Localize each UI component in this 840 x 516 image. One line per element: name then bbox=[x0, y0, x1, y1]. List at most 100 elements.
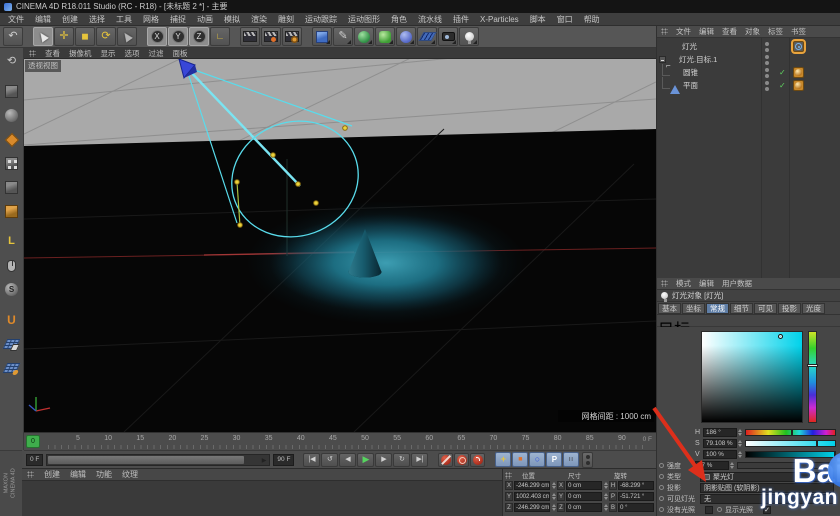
viewport-menu-options[interactable]: 选项 bbox=[125, 48, 140, 59]
spinner-icon[interactable] bbox=[603, 482, 608, 489]
slider-knob[interactable] bbox=[791, 429, 793, 436]
material-menu-edit[interactable]: 编辑 bbox=[70, 469, 86, 480]
texture-mode-button[interactable] bbox=[1, 104, 22, 127]
object-row-light[interactable]: 灯光 bbox=[657, 40, 840, 53]
goto-end-button[interactable]: ▶| bbox=[411, 453, 428, 467]
no-illumination-checkbox[interactable] bbox=[705, 506, 713, 514]
viewport-solo-button[interactable]: S bbox=[1, 278, 22, 301]
rot-h-field[interactable]: -68.299 ° bbox=[618, 481, 654, 490]
menu-mesh[interactable]: 网格 bbox=[143, 14, 159, 25]
tab-photometric[interactable]: 光度 bbox=[802, 303, 825, 314]
render-region-button[interactable] bbox=[261, 27, 281, 46]
object-name[interactable]: 平面 bbox=[683, 80, 698, 91]
object-name[interactable]: 灯光.目标.1 bbox=[679, 54, 717, 65]
object-tree[interactable]: 灯光 ⌐ 灯光.目标.1 圆锥 ✓ bbox=[657, 38, 840, 278]
autokey-button[interactable] bbox=[454, 453, 469, 467]
menu-render[interactable]: 渲染 bbox=[251, 14, 267, 25]
edges-mode-button[interactable] bbox=[1, 176, 22, 199]
material-menu-texture[interactable]: 纹理 bbox=[122, 469, 138, 480]
end-frame-field[interactable]: 90 F bbox=[273, 454, 294, 466]
model-mode-button[interactable] bbox=[1, 80, 22, 103]
spinner-icon[interactable] bbox=[603, 504, 608, 511]
viewport-menu-display[interactable]: 显示 bbox=[101, 48, 116, 59]
render-settings-button[interactable] bbox=[282, 27, 302, 46]
undo-button[interactable]: ↶ bbox=[3, 27, 23, 46]
object-name[interactable]: 圆锥 bbox=[683, 67, 698, 78]
show-illumination-checkbox[interactable]: ✓ bbox=[763, 506, 771, 514]
magnet-tool-button[interactable]: U bbox=[1, 308, 22, 331]
menu-edit[interactable]: 编辑 bbox=[35, 14, 51, 25]
keyframe-circle-icon[interactable] bbox=[717, 507, 722, 512]
panel-grip-icon[interactable] bbox=[505, 472, 512, 479]
rot-b-field[interactable]: 0 ° bbox=[618, 503, 654, 512]
timeline-playhead[interactable]: 0 bbox=[26, 435, 40, 448]
tab-visibility[interactable]: 可见 bbox=[754, 303, 777, 314]
points-mode-button[interactable] bbox=[1, 152, 22, 175]
menu-script[interactable]: 脚本 bbox=[530, 14, 546, 25]
pos-x-field[interactable]: -246.299 cm bbox=[514, 481, 550, 490]
slider-knob[interactable] bbox=[816, 440, 818, 447]
slider-knob[interactable] bbox=[834, 451, 836, 458]
menu-snap[interactable]: 捕捉 bbox=[170, 14, 186, 25]
tab-target[interactable]: 目标 bbox=[658, 316, 690, 326]
tab-coordinates[interactable]: 坐标 bbox=[682, 303, 705, 314]
add-mograph-button[interactable] bbox=[375, 27, 395, 46]
keyframe-circle-icon[interactable] bbox=[659, 485, 664, 490]
scrollbar-right-arrow[interactable]: ▶ bbox=[262, 457, 267, 464]
panel-grip-icon[interactable] bbox=[661, 280, 668, 287]
coordinate-system-button[interactable]: ∟ bbox=[210, 27, 230, 46]
play-loop-button[interactable]: ↻ bbox=[393, 453, 410, 467]
am-menu-mode[interactable]: 模式 bbox=[676, 278, 691, 289]
target-tag-selected[interactable] bbox=[793, 41, 804, 52]
spinner-icon[interactable] bbox=[737, 440, 742, 447]
sv-marker[interactable] bbox=[778, 334, 783, 339]
object-name[interactable]: 灯光 bbox=[682, 41, 697, 52]
keyframe-circle-icon[interactable] bbox=[659, 496, 664, 501]
record-scale-toggle[interactable]: ■ bbox=[512, 452, 528, 467]
viewport-menu-cameras[interactable]: 摄像机 bbox=[69, 48, 92, 59]
size-x-field[interactable]: 0 cm bbox=[566, 481, 602, 490]
saturation-value-box[interactable] bbox=[701, 331, 803, 423]
timeline-scrollbar-handle[interactable] bbox=[48, 456, 244, 464]
keyframe-circle-icon[interactable] bbox=[659, 507, 664, 512]
rotate-tool-button[interactable]: ⟳ bbox=[96, 27, 116, 46]
phong-tag[interactable] bbox=[793, 80, 804, 91]
panel-grip-icon[interactable] bbox=[27, 471, 34, 478]
autokey-master-button[interactable] bbox=[582, 452, 593, 468]
record-rotation-toggle[interactable]: ○ bbox=[529, 452, 545, 467]
pos-y-field[interactable]: 1002.403 cm bbox=[514, 492, 550, 501]
lock-z-axis-button[interactable]: Z bbox=[189, 27, 209, 46]
intensity-field[interactable]: 97 % bbox=[695, 461, 729, 470]
add-spline-button[interactable]: ✎ bbox=[333, 27, 353, 46]
play-button[interactable]: ▶ bbox=[357, 453, 374, 467]
am-menu-userdata[interactable]: 用户数据 bbox=[722, 278, 752, 289]
intensity-slider[interactable] bbox=[737, 462, 836, 469]
goto-start-button[interactable]: |◀ bbox=[303, 453, 320, 467]
spinner-icon[interactable] bbox=[737, 451, 742, 458]
object-row-light-target[interactable]: ⌐ 灯光.目标.1 bbox=[657, 53, 840, 66]
size-y-field[interactable]: 0 cm bbox=[566, 492, 602, 501]
add-generator-button[interactable] bbox=[354, 27, 374, 46]
polygons-mode-button[interactable] bbox=[1, 200, 22, 223]
om-menu-bookmarks[interactable]: 书签 bbox=[791, 26, 806, 37]
hue-value-field[interactable]: 186 ° bbox=[703, 428, 737, 437]
move-tool-button[interactable]: ✛ bbox=[54, 27, 74, 46]
pos-z-field[interactable]: -246.299 cm bbox=[514, 503, 550, 512]
add-camera-button[interactable] bbox=[438, 27, 458, 46]
phong-tag[interactable] bbox=[793, 67, 804, 78]
menu-motion-tracker[interactable]: 运动跟踪 bbox=[305, 14, 337, 25]
menu-simulate[interactable]: 模拟 bbox=[224, 14, 240, 25]
spinner-icon[interactable] bbox=[551, 493, 556, 500]
enabled-check-icon[interactable]: ✓ bbox=[779, 82, 786, 90]
panel-grip-icon[interactable] bbox=[29, 50, 36, 57]
record-active-objects-button[interactable] bbox=[438, 453, 453, 467]
lock-x-axis-button[interactable]: X bbox=[147, 27, 167, 46]
menu-xparticles[interactable]: X-Particles bbox=[480, 15, 519, 24]
am-menu-edit[interactable]: 编辑 bbox=[699, 278, 714, 289]
om-menu-file[interactable]: 文件 bbox=[676, 26, 691, 37]
add-environment-button[interactable] bbox=[417, 27, 437, 46]
tab-basic[interactable]: 基本 bbox=[658, 303, 681, 314]
viewport-menu-view[interactable]: 查看 bbox=[45, 48, 60, 59]
menu-animate[interactable]: 动画 bbox=[197, 14, 213, 25]
tab-shadow[interactable]: 投影 bbox=[778, 303, 801, 314]
